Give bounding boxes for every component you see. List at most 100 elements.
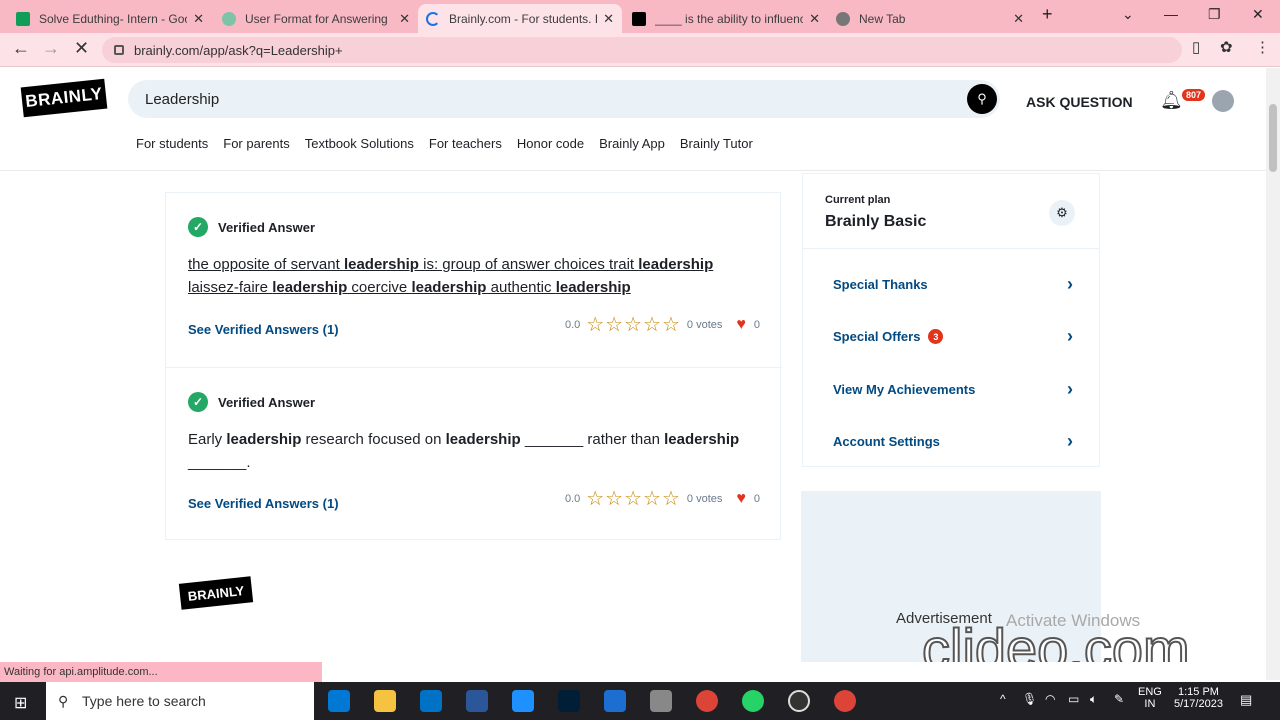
close-icon[interactable]: ✕ [603, 11, 614, 27]
sidebar-item-account-settings[interactable]: Account Settings › [833, 431, 1073, 451]
paint-icon[interactable] [650, 690, 672, 712]
word-icon[interactable] [466, 690, 488, 712]
text-part: coercive [347, 279, 412, 296]
store-icon[interactable] [328, 690, 350, 712]
top-nav: For students For parents Textbook Soluti… [136, 136, 768, 151]
nav-item[interactable]: For parents [223, 136, 289, 151]
chevron-down-icon[interactable]: ⌄ [1122, 6, 1134, 23]
scrollbar[interactable] [1266, 68, 1280, 680]
tab-title: Solve Eduthing- Intern - Goo [39, 11, 188, 26]
footer-logo[interactable]: BRAINLY [178, 576, 254, 610]
keyword: leadership [343, 256, 419, 273]
nav-item[interactable]: For teachers [429, 136, 502, 151]
verified-badge: ✓ Verified Answer [188, 392, 315, 412]
taskbar-search[interactable]: ⚲ Type here to search [46, 682, 314, 720]
answer-text[interactable]: the opposite of servant leadership is: g… [188, 253, 768, 299]
photoshop-icon[interactable] [558, 690, 580, 712]
header-divider [0, 170, 1266, 171]
tab-4[interactable]: ____ is the ability to influenc ✕ [624, 4, 828, 33]
tab-3-active[interactable]: Brainly.com - For students. B ✕ [418, 4, 622, 33]
chevron-right-icon: › [1067, 379, 1073, 399]
gear-icon[interactable]: ⚙ [1049, 200, 1075, 226]
whatsapp-icon[interactable] [742, 690, 764, 712]
stop-icon[interactable]: ✕ [74, 38, 89, 59]
chevron-right-icon: › [1067, 274, 1073, 294]
sidebar-item-special-thanks[interactable]: Special Thanks › [833, 274, 1073, 294]
scrollbar-thumb[interactable] [1269, 104, 1277, 172]
thanks-count: 0 [753, 318, 760, 331]
taskbar-search-placeholder: Type here to search [82, 693, 206, 709]
heart-icon[interactable]: ♥ [736, 316, 746, 334]
menu-icon[interactable]: ⋮ [1255, 38, 1270, 56]
keyword: leadership [411, 279, 487, 296]
search-icon[interactable]: ⚲ [967, 84, 997, 114]
tab-5[interactable]: New Tab ✕ [828, 4, 1032, 33]
browser-toolbar: ← → ✕ brainly.com/app/ask?q=Leadership+ … [0, 33, 1280, 67]
mail-icon[interactable] [420, 690, 442, 712]
answer-text[interactable]: Early leadership research focused on lea… [188, 428, 768, 474]
nav-item[interactable]: Textbook Solutions [305, 136, 414, 151]
forward-icon[interactable]: → [42, 38, 60, 59]
tab-2[interactable]: User Format for Answering ✕ [214, 4, 418, 33]
pen-icon[interactable]: ✎ [1114, 692, 1124, 706]
chrome-icon[interactable] [696, 690, 718, 712]
close-icon[interactable]: ✕ [1013, 11, 1024, 27]
rating: 0.0 ☆☆☆☆☆ 0 votes ♥ 0 [565, 486, 760, 511]
check-icon: ✓ [188, 392, 208, 412]
sidebar-item-achievements[interactable]: View My Achievements › [833, 379, 1073, 399]
date-text: 5/17/2023 [1174, 698, 1223, 710]
app-icon[interactable] [512, 690, 534, 712]
tab-title: New Tab [859, 11, 906, 26]
heart-icon[interactable]: ♥ [736, 490, 746, 508]
file-explorer-icon[interactable] [374, 690, 396, 712]
close-icon[interactable]: ✕ [193, 11, 204, 27]
search-input[interactable]: Leadership ⚲ [128, 80, 1000, 118]
avatar[interactable] [1212, 90, 1234, 112]
battery-icon[interactable]: ▭ [1068, 692, 1079, 706]
chevron-right-icon: › [1067, 431, 1073, 451]
see-verified-answers-link[interactable]: See Verified Answers (1) [188, 496, 339, 511]
bell-icon[interactable]: 🔔︎ [1160, 90, 1183, 111]
answers-card: ✓ Verified Answer the opposite of servan… [165, 192, 782, 540]
tab-1[interactable]: Solve Eduthing- Intern - Goo ✕ [8, 4, 212, 33]
mic-icon[interactable]: 🎙︎ [1022, 692, 1037, 706]
window-close-icon[interactable]: ✕ [1252, 6, 1264, 23]
sidebar-item-label: Account Settings [833, 434, 940, 449]
maximize-icon[interactable]: ❐ [1208, 6, 1221, 23]
tab-title: User Format for Answering [245, 11, 388, 26]
back-icon[interactable]: ← [12, 38, 30, 59]
language-indicator[interactable]: ENG IN [1138, 686, 1162, 710]
address-bar[interactable]: brainly.com/app/ask?q=Leadership+ [102, 37, 1182, 63]
app-icon[interactable] [604, 690, 626, 712]
rating: 0.0 ☆☆☆☆☆ 0 votes ♥ 0 [565, 312, 760, 337]
star-icons[interactable]: ☆☆☆☆☆ [586, 486, 681, 511]
clock[interactable]: 1:15 PM 5/17/2023 [1174, 686, 1223, 710]
close-icon[interactable]: ✕ [809, 11, 820, 27]
extension-icon[interactable]: ✿ [1220, 38, 1233, 56]
chrome-active-icon[interactable] [834, 690, 856, 712]
minimize-icon[interactable]: — [1164, 6, 1178, 22]
nav-item[interactable]: For students [136, 136, 208, 151]
recorder-icon[interactable] [788, 690, 810, 712]
windows-start-icon[interactable]: ⊞ [14, 693, 27, 713]
notification-center-icon[interactable]: ▤ [1240, 692, 1252, 708]
text-part: _______ rather than [520, 431, 665, 448]
volume-icon[interactable]: 🔈︎ [1090, 692, 1097, 707]
sidebar-item-special-offers[interactable]: Special Offers 3 › [833, 326, 1073, 346]
close-icon[interactable]: ✕ [399, 11, 410, 27]
taskbar: ⊞ ⚲ Type here to search ^ 🎙︎ ◠ ▭ 🔈︎ ✎ EN… [0, 682, 1280, 720]
nav-item[interactable]: Honor code [517, 136, 584, 151]
clideo-watermark: clideo.com [921, 616, 1191, 662]
wifi-icon[interactable]: ◠ [1045, 692, 1055, 706]
ask-question-button[interactable]: ASK QUESTION [1026, 94, 1133, 110]
votes-count: 0 votes [686, 492, 723, 505]
nav-item[interactable]: Brainly App [599, 136, 665, 151]
sidepanel-icon[interactable]: ▯ [1192, 38, 1200, 56]
see-verified-answers-link[interactable]: See Verified Answers (1) [188, 322, 339, 337]
new-tab-icon[interactable]: + [1042, 4, 1053, 25]
brainly-logo[interactable]: BRAINLY [20, 78, 108, 118]
star-icons[interactable]: ☆☆☆☆☆ [586, 312, 681, 337]
nav-item[interactable]: Brainly Tutor [680, 136, 753, 151]
time-text: 1:15 PM [1177, 686, 1219, 698]
tray-chevron-icon[interactable]: ^ [1000, 692, 1006, 706]
